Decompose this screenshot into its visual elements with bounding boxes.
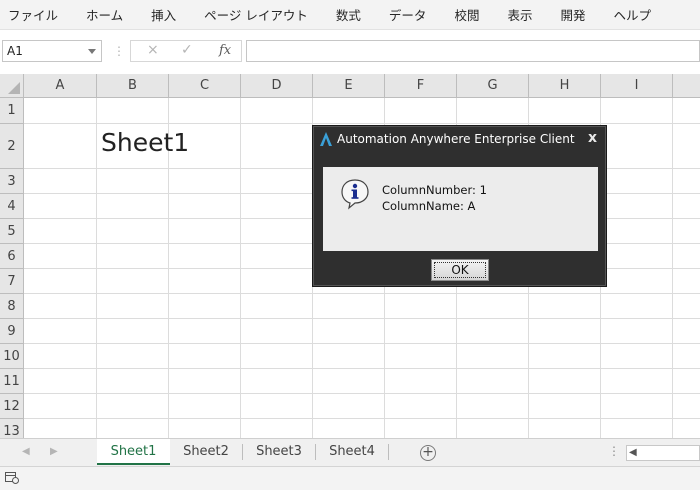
row-header-1[interactable]: 1 (0, 98, 24, 124)
formula-input[interactable] (246, 40, 700, 62)
ribbon-tab-home[interactable]: ホーム (86, 5, 123, 24)
ribbon-tab-insert[interactable]: 挿入 (151, 5, 176, 24)
tab-sheet2[interactable]: Sheet2 (170, 439, 242, 465)
column-header-c[interactable]: C (169, 74, 241, 98)
select-all-icon (8, 82, 20, 94)
info-icon (341, 179, 369, 210)
status-bar (0, 466, 700, 490)
formula-buttons: × ✓ fx (130, 40, 242, 62)
more-icon: ⋮ (113, 44, 125, 58)
gridline (24, 293, 700, 294)
automation-anywhere-logo-icon (320, 132, 332, 146)
gridline (24, 393, 700, 394)
insert-function-button[interactable]: fx (219, 43, 231, 58)
chevron-down-icon[interactable] (88, 49, 96, 54)
row-header-13[interactable]: 13 (0, 419, 24, 438)
column-header-d[interactable]: D (241, 74, 313, 98)
ribbon-tab-page-layout[interactable]: ページ レイアウト (204, 5, 308, 24)
sheet-tabs-bar: ◀ ▶ Sheet1 Sheet2 Sheet3 Sheet4 + ⋮ ◀ (0, 438, 700, 466)
ribbon-tabs: ファイル ホーム 挿入 ページ レイアウト 数式 データ 校閲 表示 開発 ヘル… (0, 0, 700, 30)
column-header-h[interactable]: H (529, 74, 601, 98)
column-header-f[interactable]: F (385, 74, 457, 98)
ribbon-tab-file[interactable]: ファイル (8, 5, 58, 24)
row-header-5[interactable]: 5 (0, 219, 24, 244)
gridline (24, 368, 700, 369)
ribbon-tab-view[interactable]: 表示 (507, 5, 532, 24)
row-header-7[interactable]: 7 (0, 269, 24, 294)
add-sheet-button[interactable]: + (420, 445, 436, 461)
ribbon-tab-review[interactable]: 校閲 (454, 5, 479, 24)
ribbon-tab-data[interactable]: データ (389, 5, 427, 24)
gridline (24, 123, 700, 124)
gridline (24, 343, 700, 344)
tab-sheet3[interactable]: Sheet3 (243, 439, 315, 465)
column-header-e[interactable]: E (313, 74, 385, 98)
scroll-left-icon[interactable]: ◀ (629, 446, 637, 460)
select-all-button[interactable] (0, 74, 24, 98)
name-box[interactable]: A1 (2, 40, 102, 62)
row-header-9[interactable]: 9 (0, 319, 24, 344)
row-header-8[interactable]: 8 (0, 294, 24, 319)
row-header-2[interactable]: 2 (0, 124, 24, 169)
dialog-message-line1: ColumnNumber: 1 (382, 183, 487, 197)
column-header-next[interactable] (673, 74, 700, 98)
dialog-body: ColumnNumber: 1 ColumnName: A (323, 167, 598, 251)
dialog-message-line2: ColumnName: A (382, 199, 476, 213)
gridline (24, 318, 700, 319)
dialog-title: Automation Anywhere Enterprise Client (337, 132, 575, 146)
message-dialog: Automation Anywhere Enterprise Client x … (312, 125, 607, 287)
horizontal-scrollbar[interactable]: ◀ (626, 445, 700, 461)
column-header-b[interactable]: B (97, 74, 169, 98)
cell-b2-text[interactable]: Sheet1 (101, 128, 189, 157)
gridline (24, 418, 700, 419)
tab-sheet4[interactable]: Sheet4 (316, 439, 388, 465)
cancel-icon[interactable]: × (147, 42, 159, 58)
column-header-g[interactable]: G (457, 74, 529, 98)
ribbon-tab-developer[interactable]: 開発 (560, 5, 585, 24)
row-header-6[interactable]: 6 (0, 244, 24, 269)
ribbon-tab-help[interactable]: ヘルプ (613, 5, 651, 24)
name-box-value: A1 (7, 44, 23, 58)
row-header-3[interactable]: 3 (0, 169, 24, 194)
dialog-message: ColumnNumber: 1 ColumnName: A (382, 182, 487, 214)
column-header-i[interactable]: I (601, 74, 673, 98)
next-sheet-icon[interactable]: ▶ (50, 446, 58, 457)
tab-sheet1[interactable]: Sheet1 (97, 439, 170, 465)
macro-record-icon[interactable] (5, 472, 19, 484)
previous-sheet-icon[interactable]: ◀ (22, 446, 30, 457)
tab-separator (388, 444, 389, 460)
row-header-11[interactable]: 11 (0, 369, 24, 394)
more-icon[interactable]: ⋮ (608, 444, 620, 458)
column-header-a[interactable]: A (24, 74, 97, 98)
ok-button[interactable]: OK (431, 259, 489, 281)
enter-icon[interactable]: ✓ (181, 42, 193, 58)
row-header-4[interactable]: 4 (0, 194, 24, 219)
row-header-12[interactable]: 12 (0, 394, 24, 419)
formula-bar: A1 ⋮ × ✓ fx (0, 38, 700, 66)
row-header-10[interactable]: 10 (0, 344, 24, 369)
ribbon-tab-formulas[interactable]: 数式 (336, 5, 361, 24)
close-icon[interactable]: x (588, 130, 597, 146)
